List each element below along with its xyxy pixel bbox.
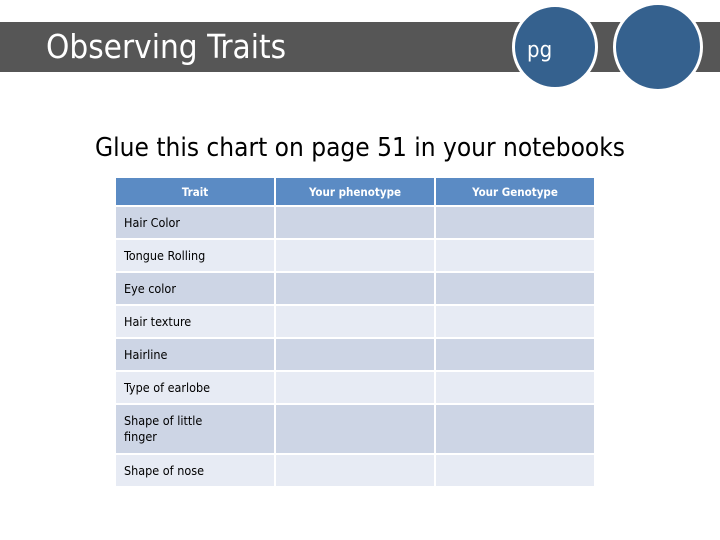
genotype-entry-cell[interactable] xyxy=(436,372,594,403)
phenotype-entry-cell[interactable] xyxy=(276,306,434,337)
phenotype-entry-cell[interactable] xyxy=(276,455,434,486)
genotype-entry-cell[interactable] xyxy=(436,405,594,453)
genotype-entry-cell[interactable] xyxy=(436,339,594,370)
column-header-genotype: Your Genotype xyxy=(436,178,594,205)
genotype-entry-cell[interactable] xyxy=(436,455,594,486)
page-title: Observing Traits xyxy=(46,27,287,66)
phenotype-entry-cell[interactable] xyxy=(276,372,434,403)
phenotype-entry-cell[interactable] xyxy=(276,405,434,453)
slide-canvas: Observing Traits pg Glue this chart on p… xyxy=(0,0,720,540)
trait-name-cell: Hairline xyxy=(116,339,274,370)
decorative-circle-left xyxy=(512,4,598,90)
genotype-entry-cell[interactable] xyxy=(436,306,594,337)
trait-name-label: Shape of little finger xyxy=(124,413,203,444)
genotype-entry-cell[interactable] xyxy=(436,273,594,304)
phenotype-entry-cell[interactable] xyxy=(276,273,434,304)
table-row: Shape of nose xyxy=(116,455,594,486)
column-header-phenotype: Your phenotype xyxy=(276,178,434,205)
table-header: Trait Your phenotype Your Genotype xyxy=(116,178,594,205)
table-row: Eye color xyxy=(116,273,594,304)
trait-name-cell: Hair texture xyxy=(116,306,274,337)
circle-label-pg: pg xyxy=(527,38,553,63)
trait-name-cell: Eye color xyxy=(116,273,274,304)
table-header-row: Trait Your phenotype Your Genotype xyxy=(116,178,594,205)
instruction-text: Glue this chart on page 51 in your noteb… xyxy=(95,133,625,163)
genotype-entry-cell[interactable] xyxy=(436,240,594,271)
table-body: Hair Color Tongue Rolling Eye color Hair… xyxy=(116,207,594,486)
table-row: Hair Color xyxy=(116,207,594,238)
table-row: Shape of little finger xyxy=(116,405,594,453)
phenotype-entry-cell[interactable] xyxy=(276,207,434,238)
trait-table: Trait Your phenotype Your Genotype Hair … xyxy=(114,176,596,488)
genotype-entry-cell[interactable] xyxy=(436,207,594,238)
phenotype-entry-cell[interactable] xyxy=(276,339,434,370)
trait-name-cell: Shape of nose xyxy=(116,455,274,486)
trait-name-cell: Type of earlobe xyxy=(116,372,274,403)
trait-name-cell: Shape of little finger xyxy=(116,405,274,453)
table-row: Hairline xyxy=(116,339,594,370)
column-header-trait: Trait xyxy=(116,178,274,205)
phenotype-entry-cell[interactable] xyxy=(276,240,434,271)
table-row: Hair texture xyxy=(116,306,594,337)
table-row: Type of earlobe xyxy=(116,372,594,403)
trait-name-cell: Hair Color xyxy=(116,207,274,238)
trait-name-cell: Tongue Rolling xyxy=(116,240,274,271)
decorative-circle-right xyxy=(613,2,703,92)
table-row: Tongue Rolling xyxy=(116,240,594,271)
